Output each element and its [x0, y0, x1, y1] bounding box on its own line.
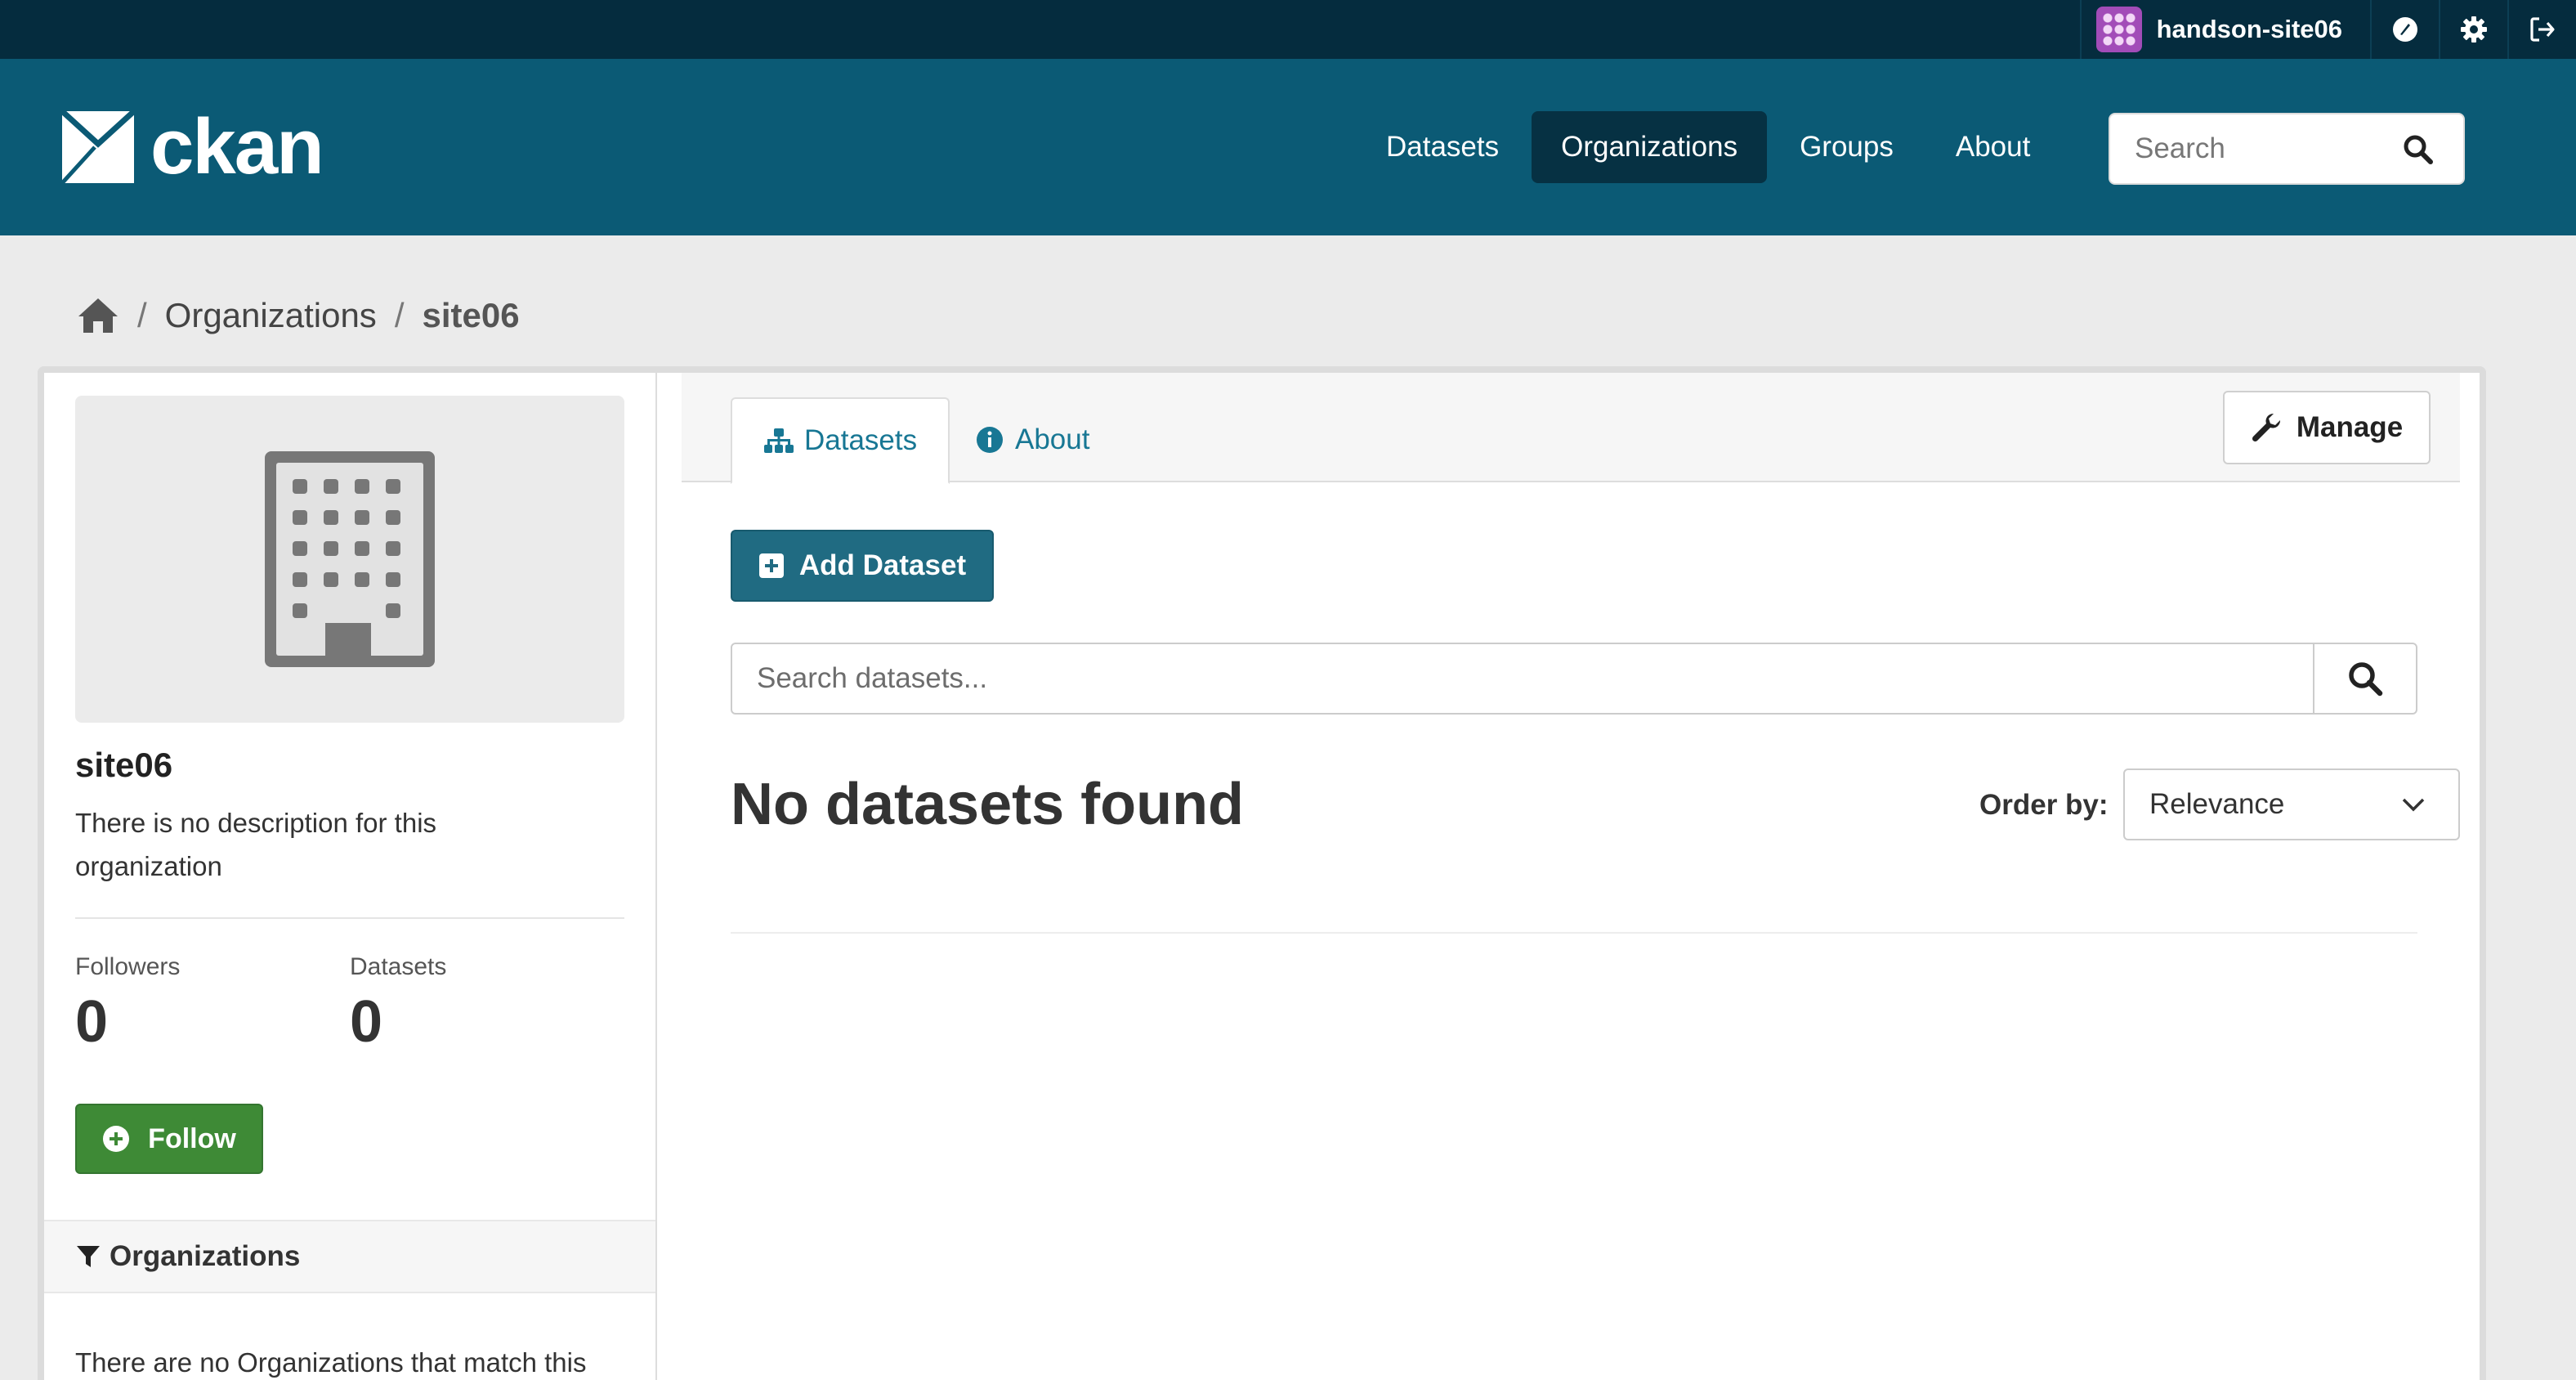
- datasets-stat: Datasets 0: [350, 953, 446, 1051]
- user-menu-link[interactable]: handson-site06: [2079, 0, 2370, 59]
- plus-square-icon: [758, 553, 784, 578]
- content-wrapper: site06 There is no description for this …: [38, 366, 2486, 1380]
- tab-datasets[interactable]: Datasets: [731, 397, 950, 484]
- tab-datasets-label: Datasets: [804, 424, 918, 456]
- site-logo[interactable]: ckan: [62, 103, 324, 190]
- breadcrumb-separator: /: [394, 296, 405, 334]
- search-icon[interactable]: [2403, 134, 2434, 165]
- facet-empty-message: There are no Organizations that match th…: [75, 1347, 587, 1378]
- dataset-search-button[interactable]: [2313, 644, 2416, 713]
- org-image[interactable]: [75, 396, 624, 723]
- sitemap-icon: [764, 428, 794, 453]
- facet-title: Organizations: [110, 1240, 301, 1272]
- gear-icon: [2461, 16, 2487, 43]
- datasets-count: 0: [350, 989, 383, 1055]
- user-avatar: [2095, 7, 2142, 52]
- building-icon: [265, 451, 435, 667]
- manage-button[interactable]: Manage: [2223, 391, 2431, 464]
- dashboard-icon: [2393, 17, 2417, 42]
- main-content: Datasets About Manage Add Dataset Search…: [657, 373, 2480, 1380]
- nav-about[interactable]: About: [1926, 111, 2059, 183]
- facet-heading: Organizations: [44, 1220, 655, 1293]
- main-nav: Datasets Organizations Groups About: [1357, 111, 2063, 183]
- nav-groups[interactable]: Groups: [1770, 111, 1923, 183]
- info-icon: [977, 427, 1003, 453]
- masthead: ckan Datasets Organizations Groups About: [0, 59, 2576, 235]
- follow-button[interactable]: Follow: [75, 1104, 263, 1174]
- results-divider: [731, 932, 2417, 934]
- tab-about-label: About: [1015, 423, 1090, 455]
- logo-text: ckan: [150, 103, 324, 190]
- divider: [75, 917, 624, 919]
- followers-count: 0: [75, 989, 109, 1055]
- add-dataset-label: Add Dataset: [798, 549, 967, 581]
- logout-link[interactable]: [2507, 0, 2576, 59]
- chevron-down-icon: [2402, 798, 2425, 812]
- dashboard-link[interactable]: [2370, 0, 2439, 59]
- tabs-bar: Datasets About Manage: [682, 373, 2460, 484]
- breadcrumb-organizations[interactable]: Organizations: [165, 296, 377, 335]
- nav-organizations[interactable]: Organizations: [1532, 111, 1768, 183]
- breadcrumb: / Organizations / site06: [77, 286, 520, 345]
- sidebar: site06 There is no description for this …: [44, 373, 657, 1380]
- site-search-box: [2109, 113, 2465, 185]
- plus-circle-icon: [103, 1126, 130, 1152]
- datasets-label: Datasets: [350, 953, 447, 980]
- add-dataset-button[interactable]: Add Dataset: [731, 530, 994, 602]
- filter-icon: [77, 1246, 100, 1267]
- no-results-heading: No datasets found: [731, 772, 1245, 837]
- ckan-logo-icon: [62, 111, 134, 183]
- order-by-label: Order by:: [1979, 789, 2109, 821]
- home-icon[interactable]: [77, 297, 119, 334]
- username: handson-site06: [2156, 15, 2342, 43]
- account-actions: handson-site06: [2079, 0, 2576, 59]
- dataset-search-input[interactable]: [732, 644, 2310, 713]
- wrench-icon: [2252, 413, 2280, 442]
- manage-label: Manage: [2296, 411, 2404, 443]
- breadcrumb-current[interactable]: site06: [422, 296, 519, 335]
- breadcrumb-separator: /: [137, 296, 147, 334]
- order-by-select[interactable]: Relevance: [2123, 768, 2460, 840]
- tab-about[interactable]: About: [943, 397, 1120, 482]
- followers-stat: Followers 0: [75, 953, 180, 1051]
- account-bar: handson-site06: [0, 0, 2576, 59]
- follow-label: Follow: [148, 1122, 236, 1154]
- followers-label: Followers: [75, 953, 181, 980]
- sign-out-icon: [2530, 17, 2555, 42]
- site-search-input[interactable]: [2110, 114, 2380, 183]
- order-by-value: Relevance: [2149, 788, 2285, 820]
- dataset-search-box: [731, 643, 2417, 715]
- org-description: There is no description for this organiz…: [75, 808, 437, 881]
- org-name: site06: [75, 746, 173, 784]
- nav-datasets[interactable]: Datasets: [1357, 111, 1528, 183]
- settings-link[interactable]: [2439, 0, 2507, 59]
- search-icon: [2349, 662, 2383, 697]
